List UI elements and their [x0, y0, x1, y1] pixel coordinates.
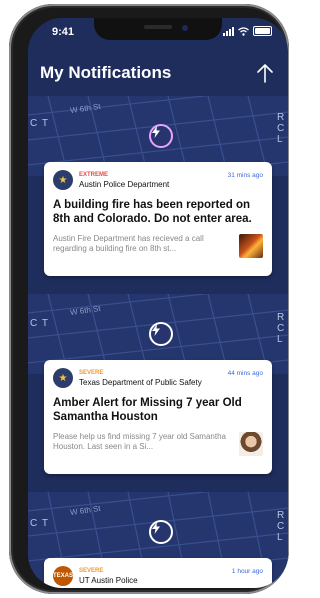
missing-child-photo-thumbnail [239, 432, 263, 456]
notification-title: A building fire has been reported on 8th… [53, 199, 252, 225]
header: My Notifications [40, 60, 276, 86]
timestamp: 31 mins ago [227, 172, 263, 179]
ut-logo-icon: TEXAS [53, 566, 73, 586]
agency-name: UT Austin Police [79, 576, 138, 585]
police-badge-icon: ★ [53, 170, 73, 190]
notch [94, 18, 222, 40]
severity-label: SEVERE [79, 370, 104, 376]
map-edge-label: R C L [277, 112, 285, 145]
share-up-icon[interactable] [254, 61, 276, 85]
fire-photo-thumbnail [239, 234, 263, 258]
status-icons [223, 26, 272, 36]
map-edge-label: R C L [277, 510, 285, 543]
notification-card[interactable]: TEXAS SEVERE UT Austin Police 1 hour ago [44, 558, 272, 588]
timestamp: 44 mins ago [227, 370, 263, 377]
status-time: 9:41 [52, 26, 75, 38]
state-seal-icon: ★ [53, 368, 73, 388]
agency-name: Austin Police Department [79, 180, 170, 189]
signal-icon [223, 26, 234, 36]
notification-card[interactable]: ★ EXTREME Austin Police Department 31 mi… [44, 162, 272, 276]
notification-body: Austin Fire Department has recieved a ca… [53, 234, 204, 253]
incident-pin-icon[interactable] [149, 124, 173, 148]
map-edge-label: C T [30, 318, 49, 329]
page-title: My Notifications [40, 63, 172, 82]
notification-title: Amber Alert for Missing 7 year Old Saman… [53, 397, 242, 423]
notification-body: Please help us find missing 7 year old S… [53, 432, 226, 451]
map-edge-label: C T [30, 118, 49, 129]
severity-label: SEVERE [79, 568, 104, 574]
wifi-icon [238, 26, 249, 36]
timestamp: 1 hour ago [231, 568, 263, 575]
severity-label: EXTREME [79, 172, 109, 178]
battery-icon [253, 26, 272, 36]
map-edge-label: R C L [277, 312, 285, 345]
phone-screen: W 6th St C T R C L W 6th St C T R C L W … [28, 18, 288, 588]
map-edge-label: C T [30, 518, 49, 529]
agency-name: Texas Department of Public Safety [79, 378, 202, 387]
notification-card[interactable]: ★ SEVERE Texas Department of Public Safe… [44, 360, 272, 474]
incident-pin-icon[interactable] [149, 322, 173, 346]
incident-pin-icon[interactable] [149, 520, 173, 544]
phone-frame: W 6th St C T R C L W 6th St C T R C L W … [9, 4, 289, 594]
